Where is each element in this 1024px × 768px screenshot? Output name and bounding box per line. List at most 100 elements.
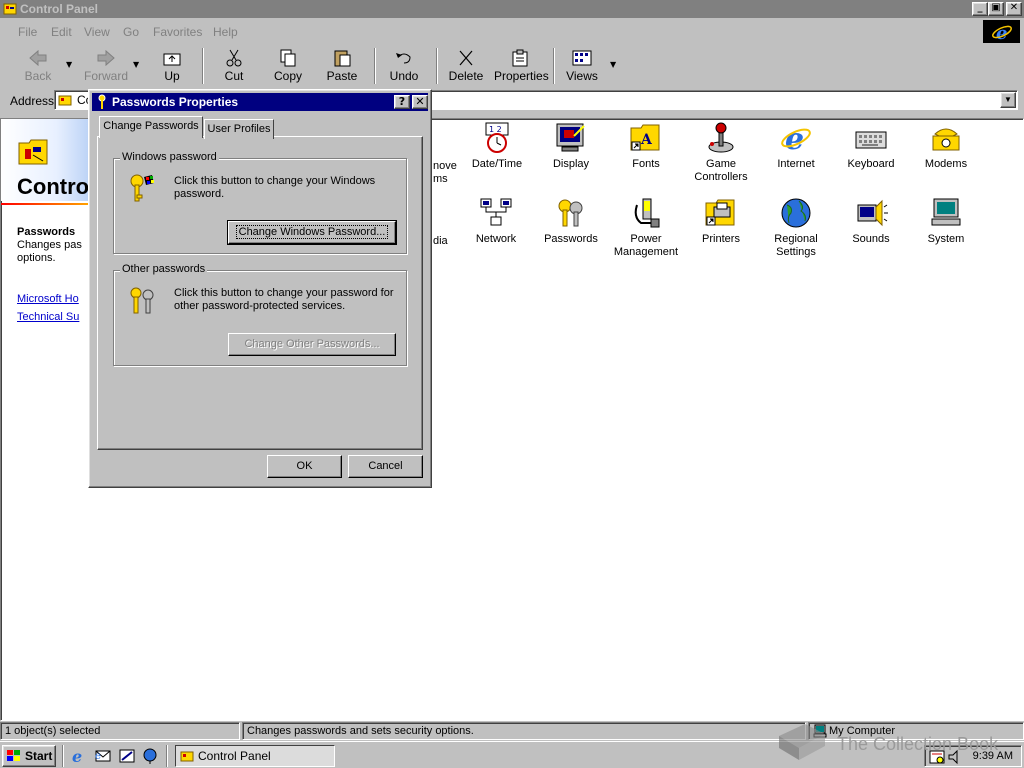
- svg-text:e: e: [72, 747, 82, 765]
- icon-power-management[interactable]: Power Management: [606, 197, 686, 259]
- icon-network[interactable]: Network: [456, 197, 536, 246]
- tray-scheduler-icon[interactable]: [929, 749, 945, 765]
- network-icon: [480, 198, 512, 226]
- icon-system[interactable]: System: [906, 197, 986, 246]
- windows-password-legend: Windows password: [120, 151, 219, 163]
- icon-keyboard[interactable]: Keyboard: [831, 122, 911, 171]
- menu-edit[interactable]: Edit: [51, 22, 72, 42]
- address-label: Address: [10, 94, 55, 108]
- control-panel-small-icon: [180, 751, 194, 762]
- other-passwords-legend: Other passwords: [120, 263, 208, 275]
- tab-user-profiles[interactable]: User Profiles: [204, 119, 274, 139]
- printer-folder-icon: [705, 199, 735, 226]
- windows-logo-icon: [7, 750, 20, 761]
- status-zone: My Computer: [808, 722, 1024, 740]
- dialog-close-button[interactable]: ✕: [412, 95, 428, 109]
- forward-dropdown-icon[interactable]: ▼: [133, 60, 139, 69]
- icon-game-controllers[interactable]: Game Controllers: [681, 122, 761, 184]
- icon-printers[interactable]: Printers: [681, 197, 761, 246]
- volume-speaker-icon[interactable]: [947, 749, 963, 765]
- other-passwords-text: Click this button to change your passwor…: [174, 287, 394, 312]
- quicklaunch-desktop-icon[interactable]: [118, 747, 136, 765]
- back-button[interactable]: Back: [18, 46, 58, 86]
- icon-passwords[interactable]: Passwords: [531, 197, 611, 246]
- delete-x-icon: [459, 50, 473, 66]
- properties-button[interactable]: Properties: [494, 46, 549, 86]
- svg-text:e: e: [95, 751, 101, 762]
- globe-icon: [781, 198, 811, 228]
- cut-button[interactable]: Cut: [215, 46, 253, 86]
- status-selection: 1 object(s) selected: [0, 722, 240, 740]
- copy-button[interactable]: Copy: [268, 46, 308, 86]
- icon-display[interactable]: Display: [531, 122, 611, 171]
- properties-icon: [512, 49, 528, 67]
- icon-regional-settings[interactable]: Regional Settings: [756, 197, 836, 259]
- svg-text:A: A: [640, 132, 653, 148]
- views-button[interactable]: Views: [562, 46, 602, 86]
- help-button[interactable]: ?: [394, 95, 410, 109]
- views-dropdown-icon[interactable]: ▼: [610, 60, 616, 69]
- dialog-title: Passwords Properties: [112, 95, 239, 109]
- undo-button[interactable]: Undo: [386, 46, 422, 86]
- tab-change-passwords[interactable]: Change Passwords: [99, 116, 203, 138]
- ok-button[interactable]: OK: [267, 455, 342, 478]
- menu-file[interactable]: File: [18, 22, 37, 42]
- clipboard-icon: [334, 50, 351, 67]
- quicklaunch-channels-icon[interactable]: [142, 747, 160, 765]
- technical-support-link[interactable]: Technical Su: [17, 311, 79, 323]
- taskbar-control-panel-button[interactable]: Control Panel: [175, 745, 335, 767]
- speaker-icon: [857, 199, 888, 227]
- menu-bar: File Edit View Go Favorites Help: [0, 22, 1024, 42]
- partial-label-multimedia: dia: [433, 235, 448, 247]
- close-button[interactable]: ✕: [1006, 2, 1022, 16]
- address-dropdown-icon[interactable]: ▼: [1000, 92, 1016, 108]
- back-dropdown-icon[interactable]: ▼: [66, 60, 72, 69]
- ie-logo-icon: e: [991, 23, 1012, 42]
- icon-sounds[interactable]: Sounds: [831, 197, 911, 246]
- change-windows-password-button[interactable]: Change Windows Password...: [227, 220, 397, 245]
- toolbar: Back ▼ Forward ▼ Up Cut Copy Paste Undo …: [0, 44, 1024, 88]
- microsoft-home-link[interactable]: Microsoft Ho: [17, 293, 79, 305]
- paste-button[interactable]: Paste: [322, 46, 362, 86]
- status-bar: 1 object(s) selected Changes passwords a…: [0, 722, 1024, 740]
- menu-view[interactable]: View: [84, 22, 110, 42]
- status-description: Changes passwords and sets security opti…: [242, 722, 806, 740]
- fonts-folder-icon: A: [630, 124, 660, 151]
- partial-label-programs: ms: [433, 173, 448, 185]
- up-folder-icon: [163, 53, 181, 66]
- taskbar: Start e e Control Panel 9:39 AM: [0, 741, 1024, 768]
- svg-text:1 2: 1 2: [489, 125, 502, 134]
- keyboard-icon: [855, 131, 887, 149]
- clock[interactable]: 9:39 AM: [973, 750, 1013, 762]
- keys-icon: [130, 287, 154, 314]
- dialog-titlebar[interactable]: Passwords Properties ? ✕: [92, 93, 428, 111]
- views-icon: [572, 50, 592, 66]
- restore-button[interactable]: ▣: [988, 2, 1004, 16]
- computer-icon: [931, 198, 961, 226]
- forward-button[interactable]: Forward: [82, 46, 130, 86]
- icon-date-time[interactable]: 1 2 Date/Time: [457, 122, 537, 171]
- quicklaunch-ie-icon[interactable]: e: [70, 747, 88, 765]
- up-button[interactable]: Up: [155, 46, 189, 86]
- delete-button[interactable]: Delete: [446, 46, 486, 86]
- change-other-passwords-button[interactable]: Change Other Passwords...: [228, 333, 396, 356]
- minimize-button[interactable]: _: [972, 2, 988, 16]
- menu-help[interactable]: Help: [213, 22, 238, 42]
- selected-item-title: Passwords: [17, 226, 76, 238]
- internet-explorer-icon: e: [781, 122, 811, 154]
- system-tray: 9:39 AM: [924, 745, 1022, 767]
- control-panel-large-icon: [18, 139, 48, 165]
- power-plug-icon: [634, 198, 660, 228]
- icon-modems[interactable]: Modems: [906, 122, 986, 171]
- main-titlebar[interactable]: Control Panel _ ▣ ✕: [0, 0, 1024, 18]
- start-button[interactable]: Start: [2, 745, 56, 767]
- cancel-button[interactable]: Cancel: [348, 455, 423, 478]
- forward-arrow-icon: [97, 49, 115, 67]
- menu-favorites[interactable]: Favorites: [153, 22, 202, 42]
- menu-go[interactable]: Go: [123, 22, 139, 42]
- svg-text:e: e: [996, 23, 1007, 42]
- icon-internet[interactable]: e Internet: [756, 122, 836, 171]
- icon-fonts[interactable]: A Fonts: [606, 122, 686, 171]
- monitor-icon: [556, 123, 585, 152]
- quicklaunch-outlook-icon[interactable]: e: [94, 747, 112, 765]
